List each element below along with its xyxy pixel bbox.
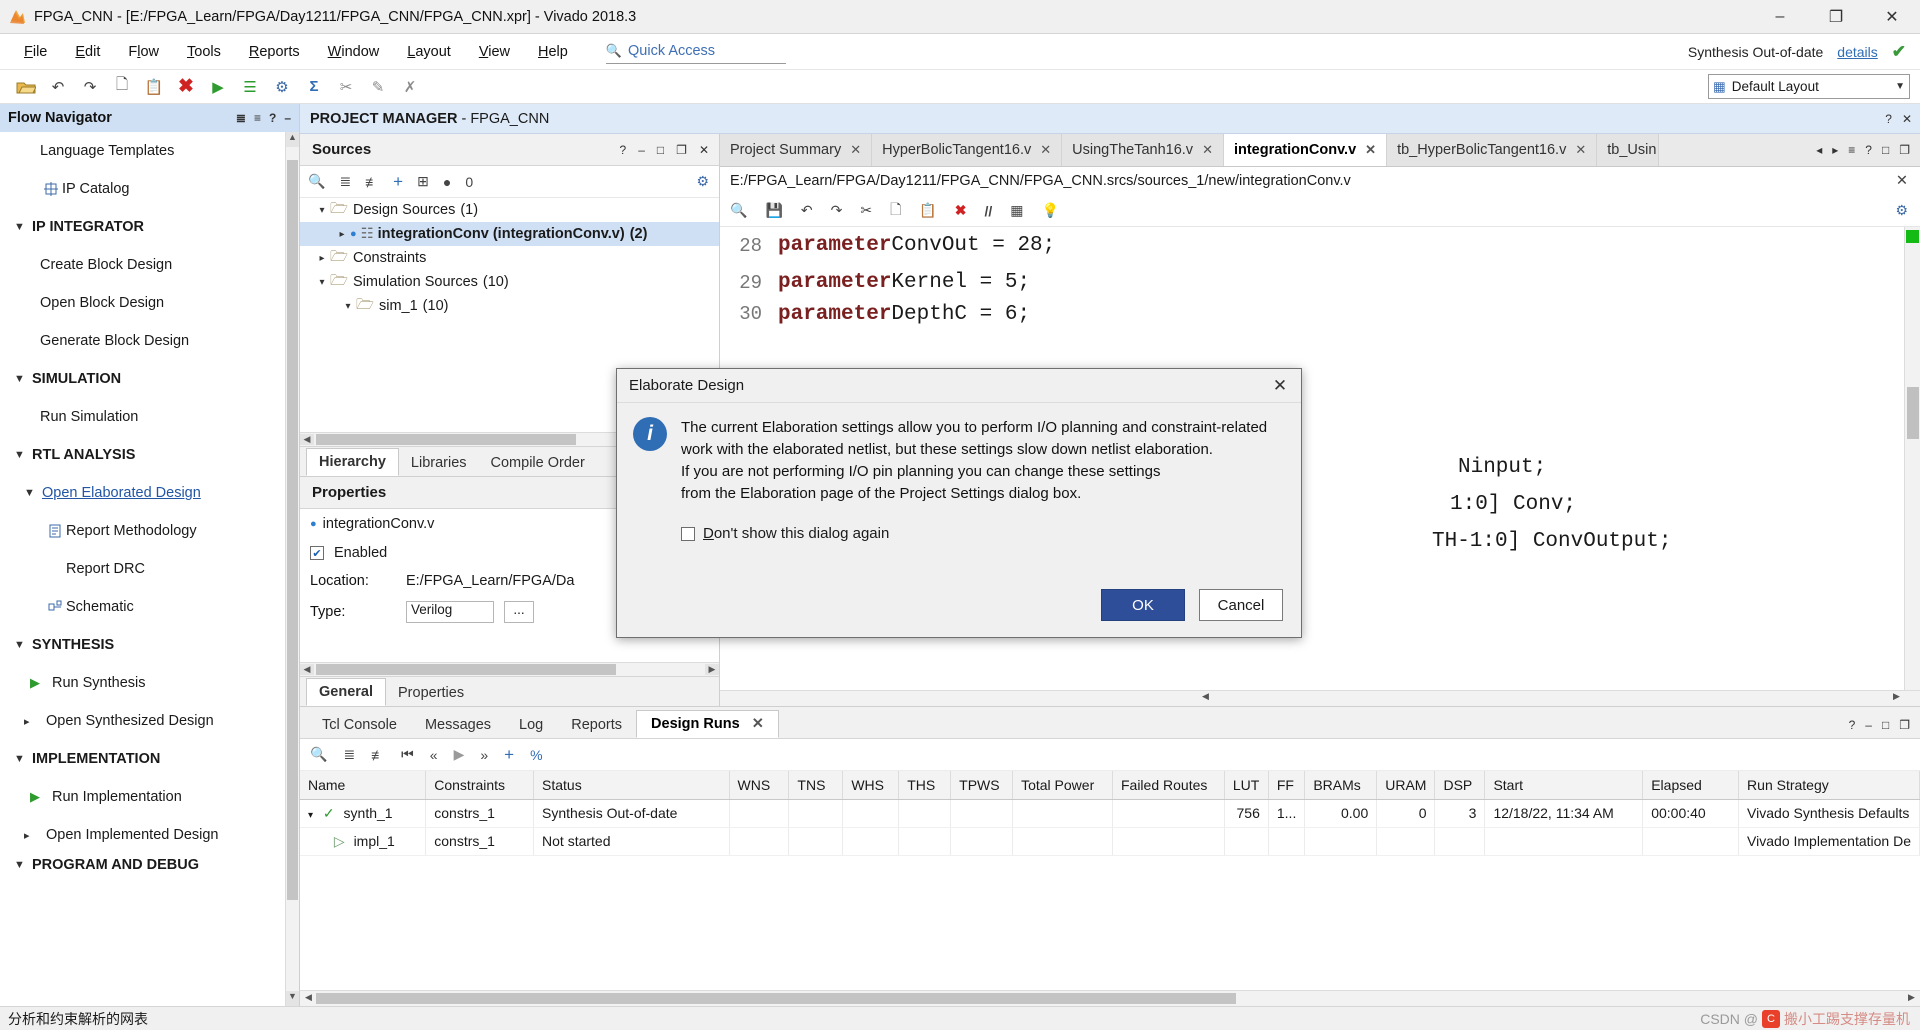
dialog-title-bar: Elaborate Design ✕ <box>617 369 1301 403</box>
dont-show-again-checkbox[interactable] <box>681 527 695 541</box>
dialog-line: work with the elaborated netlist, but th… <box>681 439 1267 461</box>
info-icon: i <box>633 417 667 451</box>
dialog-message: The current Elaboration settings allow y… <box>681 417 1267 505</box>
dont-show-again-row[interactable]: DDon't show this dialog againon't show t… <box>681 525 1267 542</box>
elaborate-design-dialog: Elaborate Design ✕ i The current Elabora… <box>616 368 1302 638</box>
cancel-button[interactable]: Cancel <box>1199 589 1283 621</box>
dialog-title: Elaborate Design <box>629 377 744 394</box>
dialog-line: The current Elaboration settings allow y… <box>681 417 1267 439</box>
dialog-line: If you are not performing I/O pin planni… <box>681 461 1267 483</box>
dialog-line: from the Elaboration page of the Project… <box>681 483 1267 505</box>
modal-overlay: Elaborate Design ✕ i The current Elabora… <box>0 0 1920 1030</box>
dont-show-again-label: DDon't show this dialog againon't show t… <box>703 525 889 542</box>
close-icon[interactable]: ✕ <box>1259 369 1301 402</box>
dialog-buttons: OK Cancel <box>617 589 1301 637</box>
dialog-body: i The current Elaboration settings allow… <box>617 403 1301 589</box>
ok-button[interactable]: OK <box>1101 589 1185 621</box>
